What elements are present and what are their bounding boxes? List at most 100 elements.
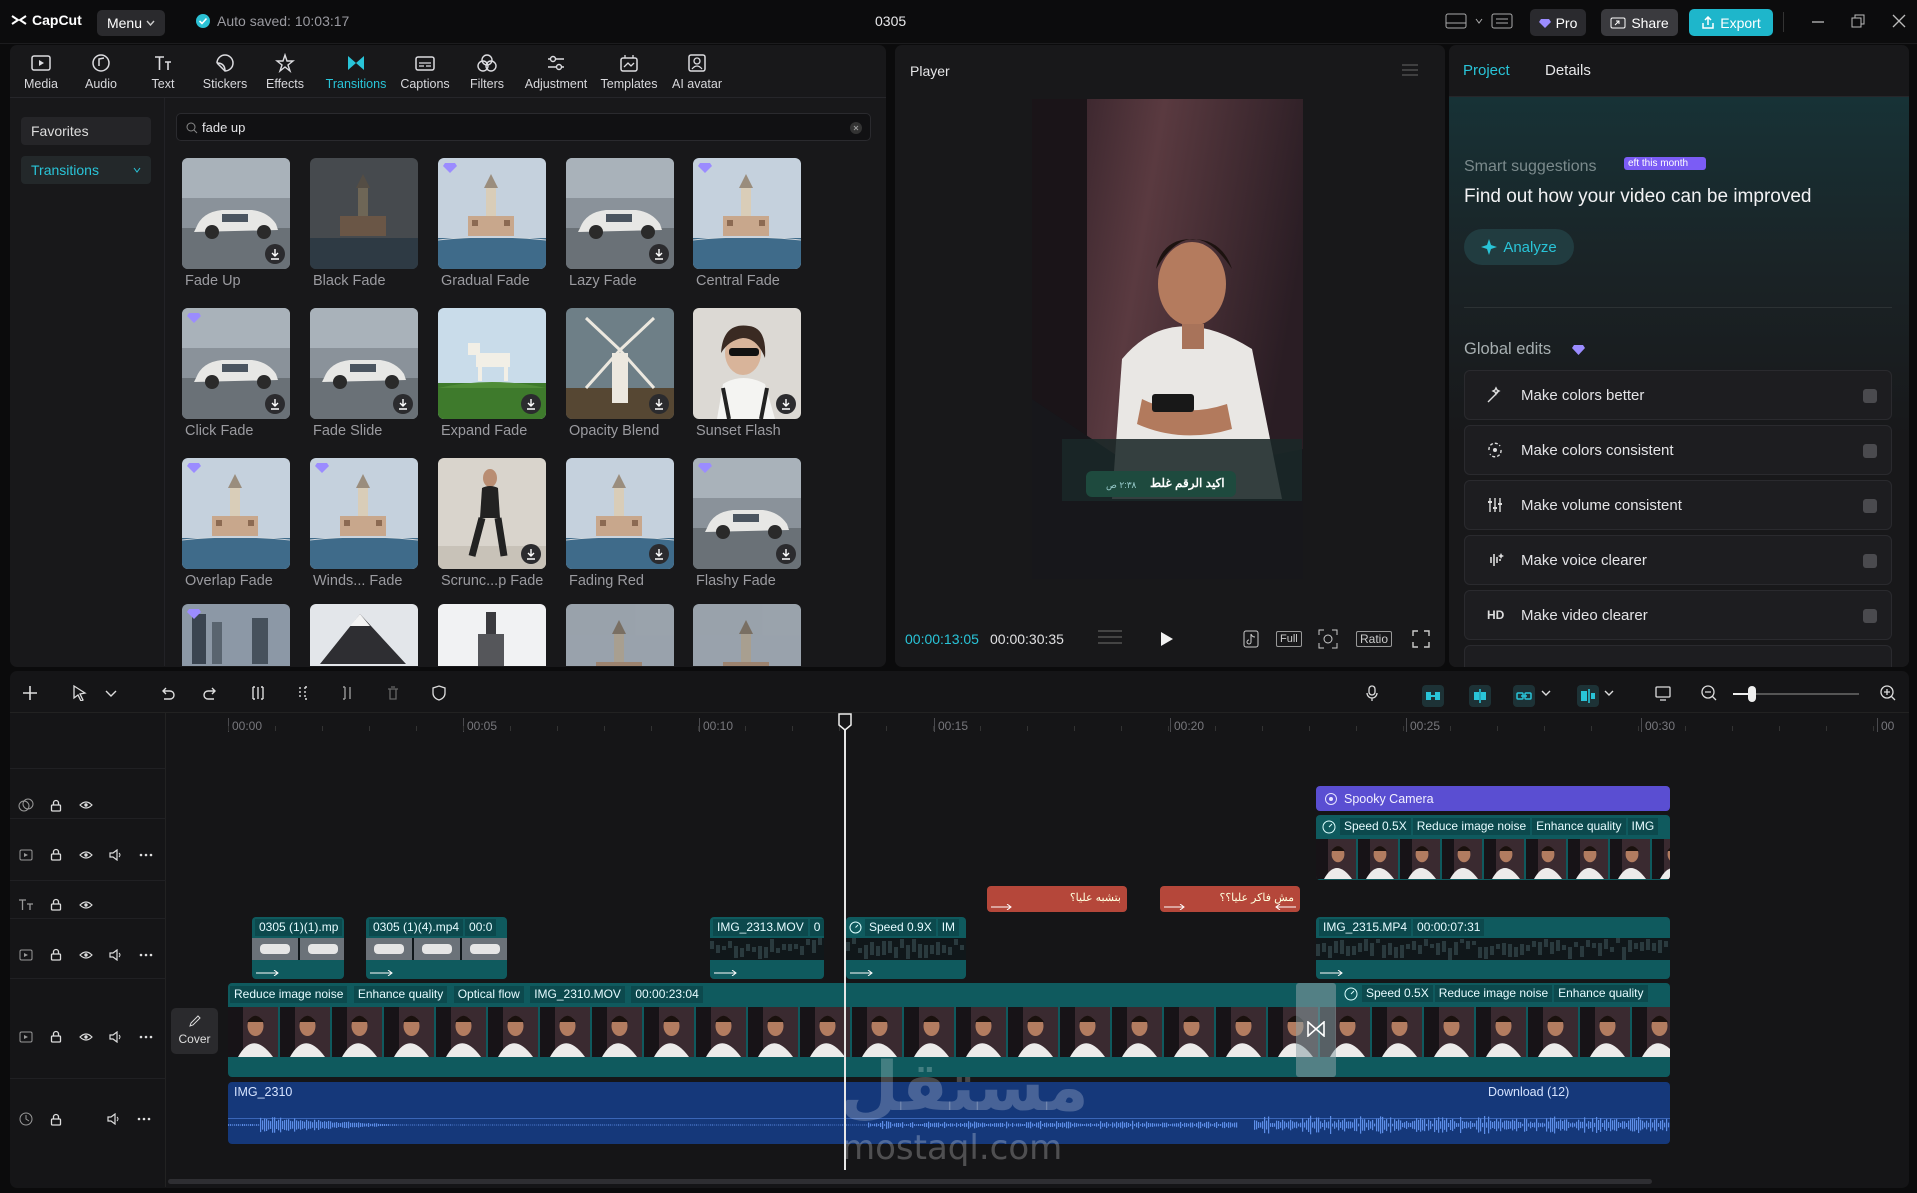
playhead-handle-icon[interactable] <box>838 713 852 731</box>
speaker-icon[interactable] <box>108 949 124 961</box>
sidebar-transitions[interactable]: Transitions <box>21 156 151 184</box>
tab-effects[interactable]: Effects <box>253 52 317 91</box>
global-edit-row[interactable]: Make volume consistent <box>1464 480 1892 530</box>
transition-thumbnail[interactable] <box>182 604 290 666</box>
text-clip-2[interactable]: مش فاكر عليا؟؟ <box>1160 886 1300 912</box>
tab-adjustment[interactable]: Adjustment <box>519 52 593 91</box>
tiktok-icon[interactable] <box>1243 630 1259 648</box>
transition-thumbnail[interactable] <box>310 308 418 419</box>
shield-icon[interactable] <box>431 685 447 701</box>
lock-icon[interactable] <box>48 799 64 812</box>
transition-thumbnail[interactable] <box>310 604 418 666</box>
download-icon[interactable] <box>521 394 541 414</box>
transition-thumbnail[interactable] <box>566 604 674 666</box>
download-icon[interactable] <box>393 394 413 414</box>
chevron-down-icon[interactable] <box>1601 685 1617 701</box>
tab-stickers[interactable]: Stickers <box>193 52 257 91</box>
search-input[interactable]: fade up <box>176 113 871 141</box>
tab-media[interactable]: Media <box>9 52 73 91</box>
zoom-out-icon[interactable] <box>1701 685 1717 701</box>
transition-thumbnail[interactable] <box>566 458 674 569</box>
transition-thumbnail[interactable] <box>438 604 546 666</box>
chevron-down-icon[interactable] <box>103 685 119 701</box>
eye-icon[interactable] <box>78 950 94 960</box>
split-right-icon[interactable] <box>340 685 356 701</box>
share-button[interactable]: Share <box>1601 9 1678 36</box>
tab-filters[interactable]: Filters <box>455 52 519 91</box>
global-edit-toggle[interactable] <box>1863 389 1877 403</box>
close-icon[interactable] <box>1892 14 1906 28</box>
transition-thumbnail[interactable] <box>693 604 801 666</box>
transition-thumbnail[interactable] <box>438 308 546 419</box>
export-button[interactable]: Export <box>1689 9 1773 36</box>
download-icon[interactable] <box>649 544 669 564</box>
transition-thumbnail[interactable] <box>182 158 290 269</box>
pro-button[interactable]: Pro <box>1530 9 1586 36</box>
lock-icon[interactable] <box>48 1113 64 1126</box>
preview-axis-icon[interactable] <box>1577 685 1599 707</box>
video-clip[interactable]: Speed 0.9X IM <box>846 917 966 979</box>
hamburger-icon[interactable] <box>1402 64 1418 76</box>
zoom-in-icon[interactable] <box>1880 685 1896 701</box>
download-icon[interactable] <box>649 244 669 264</box>
eye-icon[interactable] <box>78 900 94 910</box>
cover-button[interactable]: Cover <box>171 1008 218 1054</box>
download-icon[interactable] <box>776 544 796 564</box>
global-edit-toggle[interactable] <box>1863 554 1877 568</box>
global-edit-toggle[interactable] <box>1863 444 1877 458</box>
eye-icon[interactable] <box>78 800 94 810</box>
transition-thumbnail[interactable] <box>693 458 801 569</box>
layout-icon[interactable] <box>1445 13 1467 29</box>
add-icon[interactable] <box>22 685 38 701</box>
undo-icon[interactable] <box>159 685 175 701</box>
video-clip[interactable]: IMG_2313.MOV 0 <box>710 917 824 979</box>
tab-transitions[interactable]: Transitions <box>319 52 393 91</box>
global-edit-toggle[interactable] <box>1863 499 1877 513</box>
screen-zoom-icon[interactable] <box>1655 685 1671 701</box>
more-edits-row[interactable] <box>1464 645 1892 667</box>
minimize-icon[interactable] <box>1811 16 1825 28</box>
tab-project[interactable]: Project <box>1463 62 1510 79</box>
select-cursor-icon[interactable] <box>72 685 88 701</box>
text-clip-1[interactable]: بتشبه عليا؟ <box>987 886 1127 912</box>
download-icon[interactable] <box>649 394 669 414</box>
transition-thumbnail[interactable] <box>182 308 290 419</box>
tab-ai-avatar[interactable]: AI avatar <box>660 52 734 91</box>
full-quality-button[interactable]: Full <box>1276 631 1302 647</box>
transition-marker[interactable] <box>1296 983 1336 1077</box>
download-icon[interactable] <box>521 544 541 564</box>
tab-templates[interactable]: Templates <box>592 52 666 91</box>
global-edit-row[interactable]: Make voice clearer <box>1464 535 1892 585</box>
lock-icon[interactable] <box>48 848 64 861</box>
transition-thumbnail[interactable] <box>438 158 546 269</box>
global-edit-row[interactable]: Make colors better <box>1464 370 1892 420</box>
speaker-icon[interactable] <box>108 1031 124 1043</box>
video-clip[interactable]: IMG_2315.MP4 00:00:07:31 <box>1316 917 1670 979</box>
tab-text[interactable]: Text <box>131 52 195 91</box>
download-icon[interactable] <box>265 244 285 264</box>
horizontal-scrollbar[interactable] <box>168 1179 1652 1184</box>
zoom-fit-icon[interactable] <box>1318 629 1338 649</box>
keyboard-icon[interactable] <box>1491 13 1513 29</box>
transition-thumbnail[interactable] <box>438 458 546 569</box>
lock-icon[interactable] <box>48 1030 64 1043</box>
more-icon[interactable] <box>138 1035 154 1039</box>
download-icon[interactable] <box>265 394 285 414</box>
more-icon[interactable] <box>138 853 154 857</box>
more-icon[interactable] <box>138 953 154 957</box>
video-clip[interactable]: 0305 (1)(1).mp <box>252 917 344 979</box>
split-left-icon[interactable] <box>294 685 310 701</box>
speaker-icon[interactable] <box>106 1113 122 1125</box>
lock-icon[interactable] <box>48 948 64 961</box>
fullscreen-icon[interactable] <box>1412 630 1430 648</box>
global-edit-toggle[interactable] <box>1863 609 1877 623</box>
global-edit-row[interactable]: HD Make video clearer <box>1464 590 1892 640</box>
tab-captions[interactable]: Captions <box>393 52 457 91</box>
transition-thumbnail[interactable] <box>566 158 674 269</box>
more-icon[interactable] <box>136 1117 152 1121</box>
sidebar-favorites[interactable]: Favorites <box>21 117 151 145</box>
timeline-grid-icon[interactable] <box>1097 628 1123 646</box>
menu-button[interactable]: Menu <box>97 10 165 36</box>
eye-icon[interactable] <box>78 1032 94 1042</box>
tab-details[interactable]: Details <box>1545 62 1591 79</box>
